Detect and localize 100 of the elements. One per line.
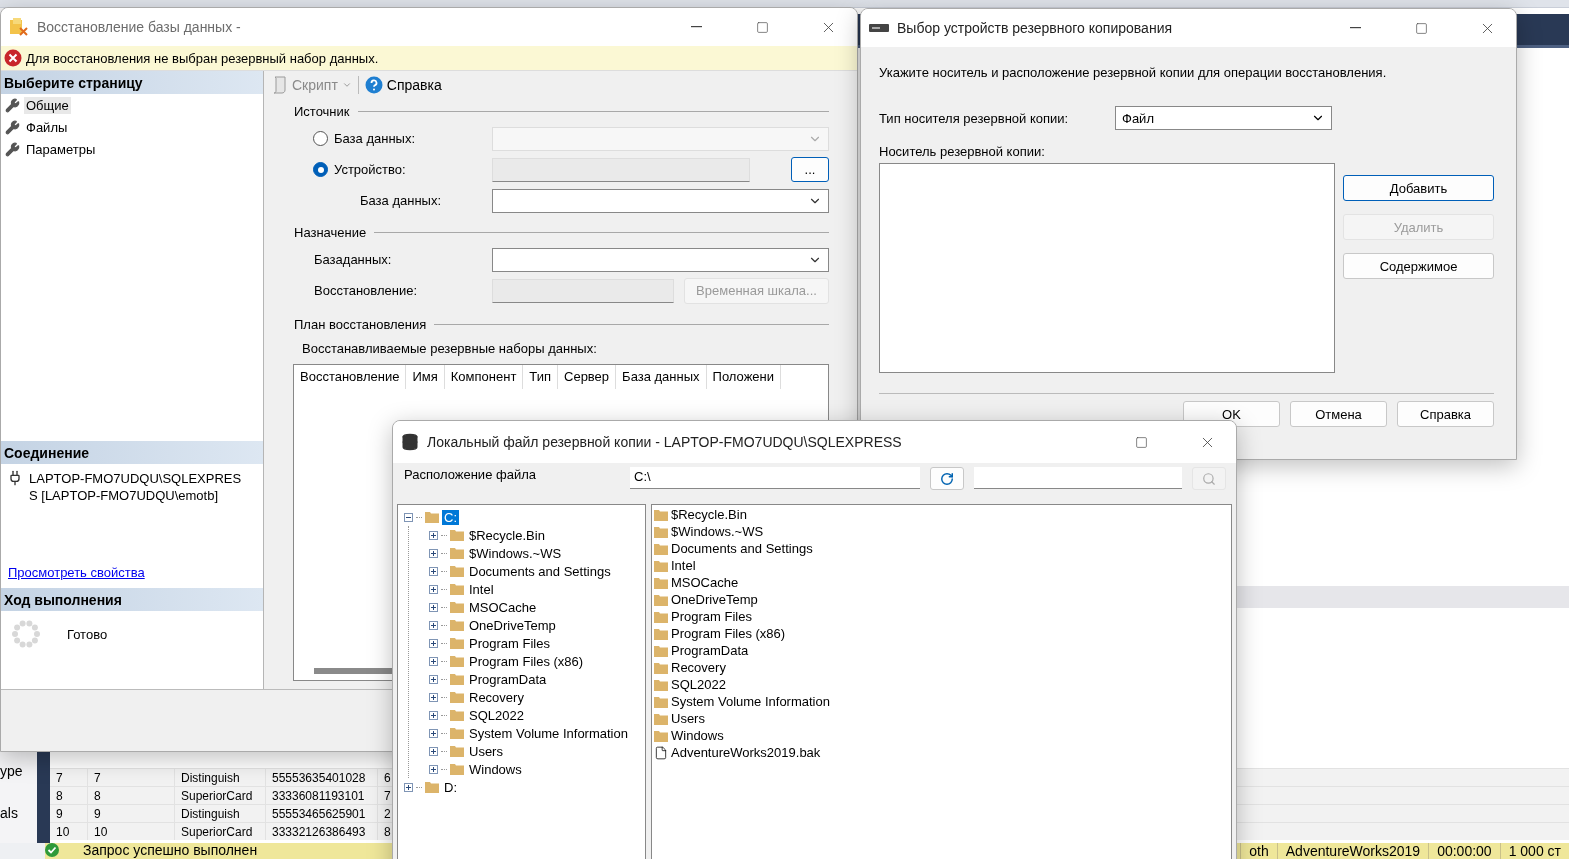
scrollbar-thumb[interactable] (314, 668, 394, 674)
file-item[interactable]: Recovery (671, 660, 726, 675)
connection-text: LAPTOP-FMO7UDQU\SQLEXPRESS [LAPTOP-FMO7UDQU\emotb] (29, 470, 243, 504)
page-item[interactable]: Общие (24, 96, 71, 114)
tree-item[interactable]: $Windows.~WS (467, 545, 564, 561)
expander-icon[interactable] (429, 548, 438, 558)
file-item[interactable]: System Volume Information (671, 694, 830, 709)
file-item[interactable]: AdventureWorks2019.bak (671, 745, 821, 760)
maximize-icon (1414, 21, 1428, 35)
tree-item[interactable]: OneDriveTemp (467, 617, 558, 633)
folder-icon (654, 627, 668, 640)
expander-icon[interactable] (429, 692, 438, 702)
view-properties-link[interactable]: Просмотреть свойства (8, 565, 263, 580)
dialog-button[interactable]: Отмена (1290, 401, 1387, 427)
device-field[interactable] (492, 157, 750, 182)
tape-drive-icon (869, 23, 889, 33)
media-type-dropdown[interactable]: Файл (1115, 106, 1332, 130)
file-item[interactable]: Program Files (x86) (671, 626, 786, 641)
restore-field[interactable] (492, 278, 674, 303)
column-header: Имя (406, 365, 445, 389)
folder-icon (450, 727, 464, 739)
expander-icon[interactable] (429, 584, 438, 594)
folder-icon (450, 709, 464, 721)
folder-icon (654, 559, 668, 572)
folder-icon (654, 729, 668, 742)
file-item[interactable]: MSOCache (671, 575, 739, 590)
tree-item[interactable]: C: (442, 509, 459, 525)
section-header: Выберите страницу (1, 71, 263, 94)
folder-icon (654, 661, 668, 674)
tree-item[interactable]: D: (442, 779, 459, 795)
folder-icon (654, 678, 668, 691)
column-header: Компонент (444, 365, 524, 389)
refresh-button[interactable] (930, 467, 964, 490)
folder-icon (450, 601, 464, 613)
expander-icon[interactable] (429, 746, 438, 756)
folder-icon (450, 529, 464, 541)
help-button[interactable]: Справка (362, 76, 444, 94)
tree-item[interactable]: Program Files (467, 635, 552, 651)
expander-icon[interactable] (429, 566, 438, 576)
expander-icon[interactable] (429, 728, 438, 738)
database-icon (401, 433, 419, 451)
tree-item[interactable]: $Recycle.Bin (467, 527, 547, 543)
tree-item[interactable]: Program Files (x86) (467, 653, 586, 669)
radio-button[interactable] (313, 162, 328, 177)
tree-item[interactable]: MSOCache (467, 599, 539, 615)
wrench-icon (5, 119, 20, 135)
file-item[interactable]: Windows (671, 728, 724, 743)
tree-item[interactable]: Users (467, 743, 505, 759)
radio-label: Устройство: (334, 162, 406, 177)
tree-item[interactable]: Recovery (467, 689, 526, 705)
folder-icon (450, 691, 464, 703)
tree-item[interactable]: SQL2022 (467, 707, 526, 723)
database-dropdown[interactable] (492, 188, 829, 213)
browse-button[interactable]: ... (791, 157, 829, 182)
database-dropdown[interactable] (492, 247, 829, 272)
tree-item[interactable]: System Volume Information (467, 725, 630, 741)
expander-icon[interactable] (429, 710, 438, 720)
expander-icon[interactable] (429, 656, 438, 666)
expander-icon[interactable] (404, 512, 413, 522)
expander-icon[interactable] (429, 638, 438, 648)
expander-icon[interactable] (404, 782, 413, 792)
expander-icon[interactable] (429, 674, 438, 684)
field-label: Базаданных: (314, 252, 392, 267)
file-item[interactable]: $Windows.~WS (671, 524, 764, 539)
page-item[interactable]: Файлы (24, 118, 70, 136)
side-button[interactable]: Добавить (1343, 175, 1494, 201)
file-item[interactable]: SQL2022 (671, 677, 726, 692)
radio-button[interactable] (313, 131, 328, 146)
file-item[interactable]: ProgramData (671, 643, 749, 658)
folder-icon (425, 511, 439, 523)
expander-icon[interactable] (429, 764, 438, 774)
tree-item[interactable]: Windows (467, 761, 524, 777)
column-header: Положени (706, 365, 781, 389)
file-item[interactable]: Program Files (671, 609, 752, 624)
side-button[interactable]: Содержимое (1343, 253, 1494, 279)
page-item[interactable]: Параметры (24, 140, 98, 158)
folder-icon (450, 619, 464, 631)
expander-icon[interactable] (429, 620, 438, 630)
file-item[interactable]: $Recycle.Bin (671, 507, 747, 522)
file-item[interactable]: Users (671, 711, 705, 726)
dialog-button[interactable]: Справка (1397, 401, 1494, 427)
folder-icon (654, 508, 668, 521)
grid-cell: SuperiorCard (175, 823, 266, 840)
file-item[interactable]: OneDriveTemp (671, 592, 758, 607)
expander-icon[interactable] (429, 602, 438, 612)
search-field[interactable] (974, 467, 1182, 489)
path-field[interactable]: C:\ (630, 467, 920, 489)
wrench-icon (5, 141, 20, 157)
folder-icon (654, 644, 668, 657)
error-icon (4, 49, 22, 67)
folder-icon (425, 781, 439, 793)
file-icon (654, 745, 668, 760)
file-item[interactable]: Intel (671, 558, 696, 573)
tree-item[interactable]: Intel (467, 581, 496, 597)
folder-icon (654, 593, 668, 606)
tree-item[interactable]: ProgramData (467, 671, 549, 687)
file-item[interactable]: Documents and Settings (671, 541, 813, 556)
column-header: Тип (523, 365, 558, 389)
expander-icon[interactable] (429, 530, 438, 540)
tree-item[interactable]: Documents and Settings (467, 563, 613, 579)
